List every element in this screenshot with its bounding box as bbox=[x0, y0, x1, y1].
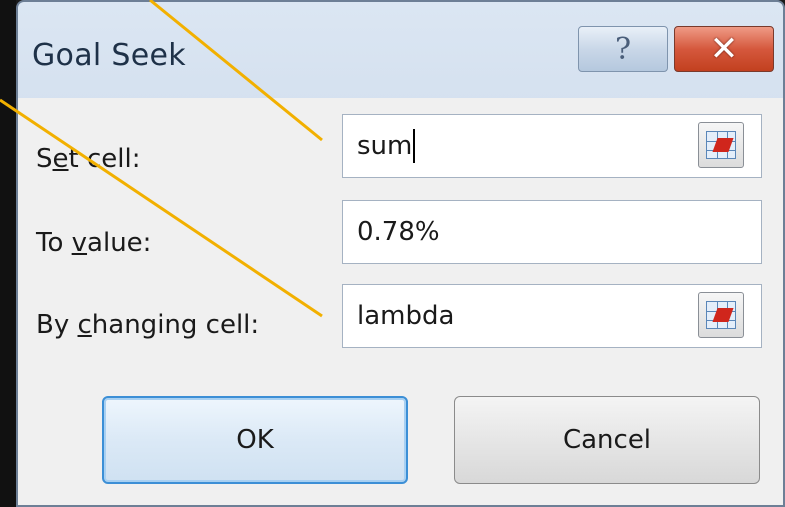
set-cell-range-button[interactable] bbox=[698, 122, 744, 168]
ok-button[interactable]: OK bbox=[102, 396, 408, 484]
help-icon: ? bbox=[614, 31, 632, 67]
to-value-value: 0.78% bbox=[357, 217, 440, 247]
goal-seek-dialog: Goal Seek ? ✕ Set cell: sum To value: 0.… bbox=[16, 0, 785, 507]
close-icon: ✕ bbox=[709, 29, 739, 69]
close-button[interactable]: ✕ bbox=[674, 26, 774, 72]
to-value-input[interactable]: 0.78% bbox=[342, 200, 762, 264]
range-select-icon bbox=[706, 301, 736, 329]
changing-cell-label: By changing cell: bbox=[36, 310, 260, 340]
set-cell-value: sum bbox=[357, 131, 413, 161]
changing-cell-value: lambda bbox=[357, 301, 455, 331]
text-caret bbox=[413, 129, 416, 163]
dialog-title: Goal Seek bbox=[32, 38, 186, 73]
help-button[interactable]: ? bbox=[578, 26, 668, 72]
range-select-icon bbox=[706, 131, 736, 159]
to-value-label: To value: bbox=[36, 228, 152, 258]
dialog-body: Set cell: sum To value: 0.78% By changin… bbox=[18, 98, 783, 505]
set-cell-label: Set cell: bbox=[36, 144, 141, 174]
titlebar: Goal Seek ? ✕ bbox=[18, 2, 783, 112]
window-edge bbox=[0, 0, 16, 507]
changing-cell-range-button[interactable] bbox=[698, 292, 744, 338]
cancel-button[interactable]: Cancel bbox=[454, 396, 760, 484]
